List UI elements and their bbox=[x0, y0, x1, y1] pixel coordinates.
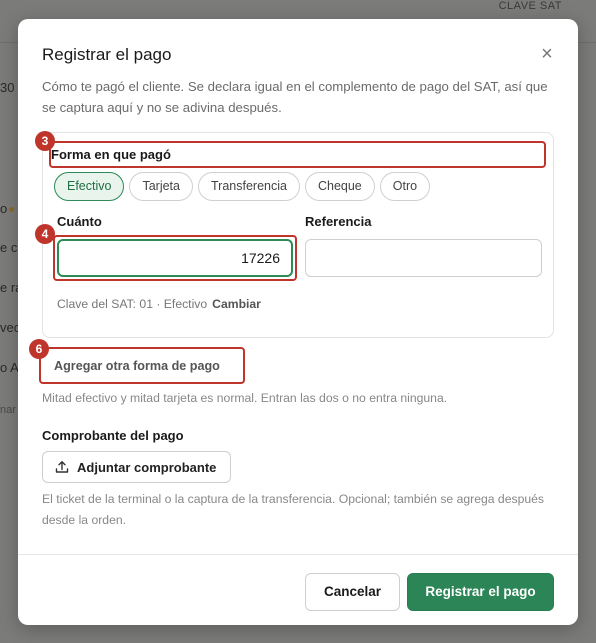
sat-key-text: Clave del SAT: 01 · Efectivo bbox=[57, 297, 208, 311]
attach-proof-button[interactable]: Adjuntar comprobante bbox=[42, 451, 231, 483]
chip-tarjeta[interactable]: Tarjeta bbox=[129, 172, 193, 201]
chip-cheque[interactable]: Cheque bbox=[304, 172, 375, 201]
amount-label: Cuánto bbox=[57, 214, 102, 229]
background-column-header: CLAVE SAT bbox=[498, 0, 562, 12]
amount-input[interactable] bbox=[57, 239, 293, 277]
step-badge-6: 6 bbox=[29, 339, 49, 359]
step-badge-3: 3 bbox=[35, 131, 55, 151]
chip-efectivo[interactable]: Efectivo bbox=[54, 172, 125, 201]
upload-icon bbox=[55, 461, 69, 473]
background-fragment: o bbox=[0, 201, 15, 216]
proof-label: Comprobante del pago bbox=[42, 428, 184, 443]
add-payment-method-link[interactable]: Agregar otra forma de pago bbox=[54, 359, 220, 373]
status-dot-icon bbox=[9, 207, 15, 213]
close-icon[interactable]: × bbox=[538, 44, 556, 64]
reference-input[interactable] bbox=[305, 239, 542, 277]
split-payment-hint: Mitad efectivo y mitad tarjeta es normal… bbox=[42, 391, 448, 405]
proof-hint: El ticket de la terminal o la captura de… bbox=[42, 492, 545, 527]
payment-method-chips: Efectivo Tarjeta Transferencia Cheque Ot… bbox=[54, 172, 431, 201]
sat-key-line: Clave del SAT: 01 · Efectivo Cambiar bbox=[57, 297, 261, 311]
reference-label: Referencia bbox=[305, 214, 372, 229]
background-fragment: 30 bbox=[0, 80, 15, 95]
payment-method-label: Forma en que pagó bbox=[51, 147, 171, 162]
dialog-title: Registrar el pago bbox=[42, 45, 172, 64]
sat-change-link[interactable]: Cambiar bbox=[212, 297, 261, 311]
chip-otro[interactable]: Otro bbox=[379, 172, 431, 201]
register-payment-button[interactable]: Registrar el pago bbox=[407, 573, 554, 611]
step-badge-4: 4 bbox=[35, 224, 55, 244]
dialog-footer: Cancelar Registrar el pago bbox=[18, 554, 578, 625]
chip-transferencia[interactable]: Transferencia bbox=[198, 172, 300, 201]
payment-method-card: Forma en que pagó 3 Efectivo Tarjeta Tra… bbox=[35, 131, 554, 338]
attach-proof-label: Adjuntar comprobante bbox=[77, 459, 217, 475]
dialog-description: Cómo te pagó el cliente. Se declara igua… bbox=[42, 79, 548, 115]
background-fragment: nar bbox=[0, 404, 16, 416]
register-payment-dialog: Registrar el pago × Cómo te pagó el clie… bbox=[18, 19, 578, 625]
cancel-button[interactable]: Cancelar bbox=[305, 573, 400, 611]
